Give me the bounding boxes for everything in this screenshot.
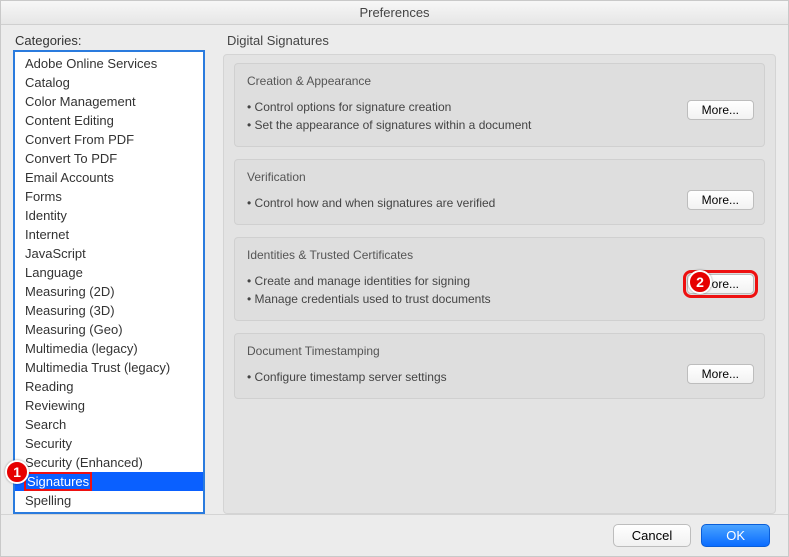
- more-button[interactable]: More...: [687, 364, 754, 384]
- annotation-callout-1: 1: [5, 460, 29, 484]
- category-item[interactable]: Convert To PDF: [15, 149, 203, 168]
- category-item[interactable]: Internet: [15, 225, 203, 244]
- category-item[interactable]: Measuring (2D): [15, 282, 203, 301]
- ok-button[interactable]: OK: [701, 524, 770, 547]
- window-title: Preferences: [1, 1, 788, 25]
- category-item[interactable]: Identity: [15, 206, 203, 225]
- category-item[interactable]: Signatures: [15, 472, 203, 491]
- settings-section: Creation & Appearance Control options for…: [234, 63, 765, 147]
- cancel-button[interactable]: Cancel: [613, 524, 691, 547]
- dialog-footer: Cancel OK: [1, 514, 788, 556]
- category-item[interactable]: Content Editing: [15, 111, 203, 130]
- settings-section: Identities & Trusted Certificates Create …: [234, 237, 765, 321]
- section-bullet: Create and manage identities for signing: [247, 272, 752, 290]
- category-item[interactable]: Forms: [15, 187, 203, 206]
- category-item[interactable]: Multimedia (legacy): [15, 339, 203, 358]
- category-item[interactable]: Color Management: [15, 92, 203, 111]
- category-item[interactable]: Security: [15, 434, 203, 453]
- category-item[interactable]: Convert From PDF: [15, 130, 203, 149]
- annotation-callout-2: 2: [688, 270, 712, 294]
- category-item[interactable]: Spelling: [15, 491, 203, 510]
- section-bullet: Manage credentials used to trust documen…: [247, 290, 752, 308]
- category-item[interactable]: Language: [15, 263, 203, 282]
- categories-label: Categories:: [13, 33, 205, 48]
- category-item[interactable]: Catalog: [15, 73, 203, 92]
- section-title: Identities & Trusted Certificates: [247, 248, 752, 262]
- section-bullet: Control options for signature creation: [247, 98, 752, 116]
- content-area: Categories: Adobe Online ServicesCatalog…: [1, 25, 788, 514]
- settings-section: Verification Control how and when signatu…: [234, 159, 765, 225]
- category-item[interactable]: Search: [15, 415, 203, 434]
- category-item[interactable]: Security (Enhanced): [15, 453, 203, 472]
- category-item[interactable]: Email Accounts: [15, 168, 203, 187]
- preferences-window: Preferences Categories: Adobe Online Ser…: [0, 0, 789, 557]
- section-bullets: Configure timestamp server settings: [247, 368, 752, 386]
- category-item[interactable]: Measuring (Geo): [15, 320, 203, 339]
- section-bullets: Create and manage identities for signing…: [247, 272, 752, 308]
- more-button[interactable]: More...: [687, 190, 754, 210]
- category-item[interactable]: Reviewing: [15, 396, 203, 415]
- section-bullet: Control how and when signatures are veri…: [247, 194, 752, 212]
- category-item[interactable]: Multimedia Trust (legacy): [15, 358, 203, 377]
- category-item[interactable]: Reading: [15, 377, 203, 396]
- categories-column: Categories: Adobe Online ServicesCatalog…: [13, 33, 205, 514]
- categories-listbox[interactable]: Adobe Online ServicesCatalogColor Manage…: [13, 50, 205, 514]
- more-button[interactable]: More...: [687, 100, 754, 120]
- section-bullets: Control how and when signatures are veri…: [247, 194, 752, 212]
- category-item[interactable]: Adobe Online Services: [15, 54, 203, 73]
- category-item[interactable]: JavaScript: [15, 244, 203, 263]
- section-bullets: Control options for signature creationSe…: [247, 98, 752, 134]
- section-bullet: Configure timestamp server settings: [247, 368, 752, 386]
- panel-heading: Digital Signatures: [227, 33, 776, 48]
- section-title: Creation & Appearance: [247, 74, 752, 88]
- section-title: Verification: [247, 170, 752, 184]
- section-bullet: Set the appearance of signatures within …: [247, 116, 752, 134]
- settings-section: Document Timestamping Configure timestamp…: [234, 333, 765, 399]
- section-title: Document Timestamping: [247, 344, 752, 358]
- category-item[interactable]: Measuring (3D): [15, 301, 203, 320]
